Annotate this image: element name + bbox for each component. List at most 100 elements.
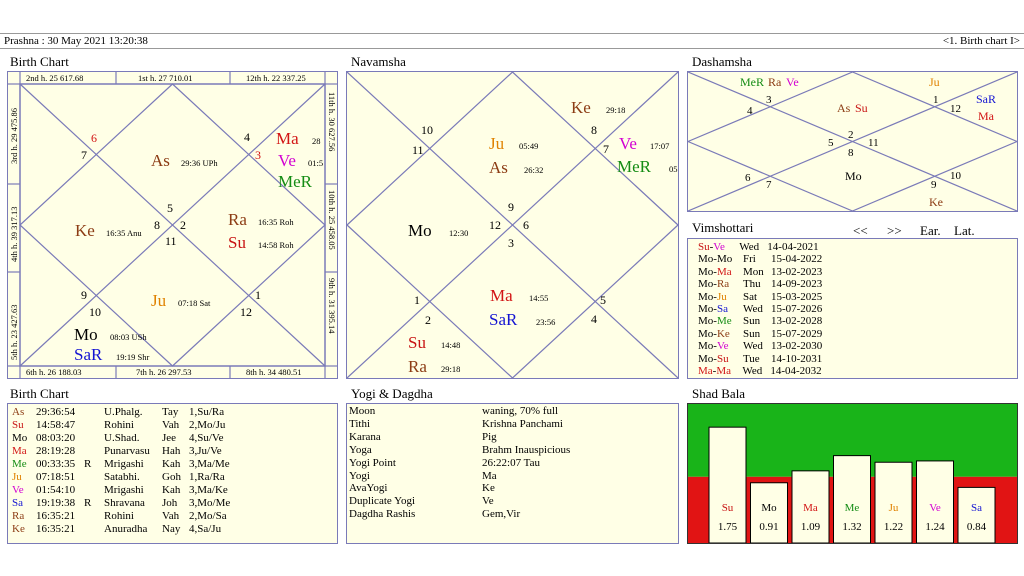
yogi-key: AvaYogi [349, 482, 388, 495]
house-number: 8 [154, 218, 160, 232]
shad-bala-title: Shad Bala [692, 386, 746, 401]
nakshatra: Punarvasu [104, 445, 150, 457]
shad-bala-value: 1.24 [925, 521, 945, 533]
planet-label: Ma [276, 129, 299, 148]
shad-bala-category: Sa [971, 502, 982, 514]
house-number: 9 [81, 288, 87, 302]
navamsha-diagram: 10 11 8 7 9 12 6 3 1 2 5 4 Ke 29:18 Ju 0… [347, 72, 678, 378]
planet-label: Su [408, 333, 426, 352]
akshara: Vah [162, 419, 180, 431]
birth-table-row: Mo 08:03:20 U.Shad. Jee 4,Su/Ve [12, 432, 332, 444]
pada-lords: 4,Sa/Ju [189, 523, 222, 535]
vim-earlier-button[interactable]: Ear. [920, 223, 941, 239]
vimshottari-row[interactable]: Mo-Ke Sun 15-07-2029 [698, 328, 822, 340]
planet-label: Ke [929, 195, 943, 209]
house-number: 3 [508, 236, 514, 250]
birth-table-row: Ke 16:35:21 Anuradha Nay 4,Sa/Ju [12, 523, 332, 535]
shad-bala-category: Mo [761, 502, 777, 514]
yogi-row: Yoga Brahm Inauspicious [349, 444, 674, 456]
vimshottari-row[interactable]: Mo-Ra Thu 14-09-2023 [698, 278, 822, 290]
house-edge-label: 9th h. 31 395.14 [327, 278, 337, 334]
akshara: Kah [162, 484, 181, 496]
house-edge-label: 7th h. 26 297.53 [136, 367, 192, 377]
planet-label: Ra [228, 210, 247, 229]
antar-dasha: Ju [716, 290, 727, 303]
birth-table-panel: As 29:36:54 U.Phalg. Tay 1,Su/Ra Su 14:58:47 Ro… [7, 403, 338, 544]
pada-lords: 2,Mo/Ju [189, 419, 226, 431]
house-number: 3 [766, 94, 772, 106]
shad-bala-value: 0.84 [967, 521, 987, 533]
vim-prev-button[interactable]: << [853, 223, 868, 239]
vimshottari-row[interactable]: Mo-Ma Mon 13-02-2023 [698, 266, 822, 278]
planet-abbr: Ma [12, 445, 27, 457]
dasha-date: 13-02-2030 [770, 340, 823, 353]
house-number: 1 [933, 94, 939, 106]
vim-next-button[interactable]: >> [887, 223, 902, 239]
planet-degree: 16:35 Roh [258, 217, 294, 227]
house-number: 4 [244, 130, 250, 144]
planet-label: Ma [978, 109, 995, 123]
planet-degree: 16:35:21 [36, 523, 76, 535]
vimshottari-row[interactable]: Mo-Sa Wed 15-07-2026 [698, 303, 822, 315]
shad-bala-category: Ju [889, 502, 899, 514]
shad-bala-value: 1.32 [842, 521, 861, 533]
dasha-day: Wed [742, 303, 763, 315]
yogi-value: Krishna Panchami [482, 417, 563, 430]
dashamsha-diagram: 4 3 1 12 5 2 11 8 6 7 9 10 MeR Ra Ve Ju … [688, 72, 1017, 211]
dasha-date: 13-02-2023 [770, 265, 823, 278]
birth-table-row: Ve 01:54:10 Mrigashi Kah 3,Ma/Ke [12, 484, 332, 496]
yogi-value: waning, 70% full [482, 405, 559, 417]
house-number: 7 [603, 142, 609, 156]
akshara: Joh [162, 497, 178, 509]
planet-degree: 19:19:38 [36, 497, 76, 509]
akshara: Goh [162, 471, 181, 483]
yogi-key: Karana [349, 430, 381, 443]
yogi-value: Brahm Inauspicious [482, 443, 571, 456]
pada-lords: 4,Su/Ve [189, 432, 224, 444]
dasha-day: Tue [742, 352, 760, 365]
planet-abbr: Me [12, 458, 27, 470]
planet-label: Ve [278, 151, 296, 170]
planet-degree: 16:35 Anu [106, 228, 142, 238]
planet-label: As [837, 101, 851, 115]
vimshottari-row[interactable]: Mo-Ju Sat 15-03-2025 [698, 291, 822, 303]
vim-later-button[interactable]: Lat. [954, 223, 975, 239]
navamsha-panel: 10 11 8 7 9 12 6 3 1 2 5 4 Ke 29:18 Ju 0… [346, 71, 679, 379]
vimshottari-row[interactable]: Mo-Me Sun 13-02-2028 [698, 315, 822, 327]
vimshottari-row[interactable]: Mo-Mo Fri 15-04-2022 [698, 253, 822, 265]
planet-degree: 01:5 [308, 158, 323, 168]
pada-lords: 3,Mo/Me [189, 497, 231, 509]
dashamsha-panel: 4 3 1 12 5 2 11 8 6 7 9 10 MeR Ra Ve Ju … [687, 71, 1018, 212]
yogi-key: Yogi [349, 469, 370, 482]
house-edge-label: 6th h. 26 188.03 [26, 367, 82, 377]
house-number: 11 [165, 234, 177, 248]
house-number: 10 [421, 123, 433, 137]
planet-label: MeR [617, 157, 652, 176]
dasha-date: 15-07-2029 [770, 327, 823, 340]
dasha-date: 15-07-2026 [770, 303, 823, 315]
planet-label: Ke [75, 221, 95, 240]
yogi-key: Yoga [349, 443, 372, 456]
planet-label: SaR [74, 345, 103, 364]
house-edge-label: 10th h. 25 458.05 [327, 190, 337, 250]
vimshottari-row[interactable]: Mo-Su Tue 14-10-2031 [698, 353, 822, 365]
house-number: 12 [950, 103, 961, 115]
akshara: Vah [162, 510, 180, 522]
shad-bala-category: Su [722, 502, 734, 514]
dasha-date: 14-04-2021 [767, 241, 819, 253]
navamsha-title: Navamsha [351, 54, 406, 69]
vimshottari-row[interactable]: Mo-Ve Wed 13-02-2030 [698, 340, 822, 352]
akshara: Kah [162, 458, 181, 470]
prashna-datetime: Prashna : 30 May 2021 13:20:38 [4, 35, 148, 47]
dasha-day: Wed [742, 365, 763, 377]
vimshottari-row[interactable]: Ma-Ma Wed 14-04-2032 [698, 365, 822, 377]
house-number: 5 [828, 137, 834, 149]
planet-degree: 08:03 USh [110, 332, 147, 342]
chart-selector[interactable]: <1. Birth chart I> [943, 34, 1020, 49]
vimshottari-row[interactable]: Su-Ve Wed 14-04-2021 [698, 241, 819, 253]
birth-chart-panel: 2nd h. 25 617.68 1st h. 27 710.01 12th h… [7, 71, 338, 379]
planet-degree: 23:56 [536, 317, 555, 327]
birth-table-row: Ra 16:35:21 Rohini Vah 2,Mo/Sa [12, 510, 332, 522]
nakshatra: Mrigashi [104, 458, 144, 470]
header-bar: Prashna : 30 May 2021 13:20:38 <1. Birth… [0, 33, 1024, 49]
